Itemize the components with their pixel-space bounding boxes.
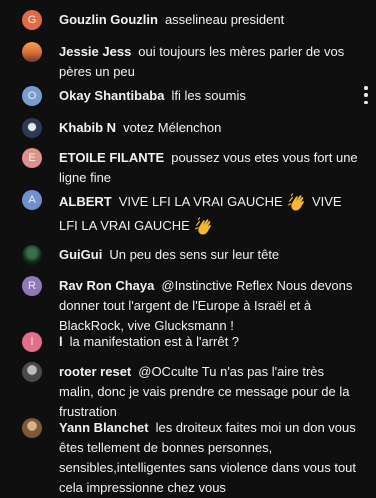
- message-body: Khabib N votez Mélenchon: [59, 118, 362, 138]
- avatar[interactable]: [22, 245, 42, 265]
- avatar-letter: A: [28, 194, 36, 206]
- avatar-letter: R: [28, 280, 36, 292]
- author-name[interactable]: GuiGui: [59, 247, 102, 262]
- message-body: GuiGui Un peu des sens sur leur tête: [59, 245, 362, 265]
- author-name[interactable]: Yann Blanchet: [59, 420, 149, 435]
- chat-message: rooter reset @OCculte Tu n'as pas l'aire …: [22, 362, 362, 422]
- message-body: Gouzlin Gouzlin asselineau president: [59, 10, 362, 30]
- clapping-hands-emoji: [288, 192, 305, 211]
- message-text: Un peu des sens sur leur tête: [109, 247, 280, 262]
- chat-message: Yann Blanchet les droiteux faites moi un …: [22, 418, 362, 498]
- message-text: lfi les soumis: [171, 88, 246, 103]
- avatar[interactable]: G: [22, 10, 42, 30]
- message-text: VIVE LFI LA VRAI GAUCHE: [118, 194, 283, 209]
- message-text: votez Mélenchon: [123, 120, 222, 135]
- author-name[interactable]: Jessie Jess: [59, 44, 131, 59]
- chat-message: l l la manifestation est à l'arrêt ?: [22, 332, 362, 352]
- message-body: Okay Shantibaba lfi les soumis: [59, 86, 362, 106]
- message-text: asselineau president: [164, 12, 285, 27]
- menu-dot: [364, 86, 368, 90]
- avatar[interactable]: [22, 418, 42, 438]
- message-body: rooter reset @OCculte Tu n'as pas l'aire …: [59, 362, 362, 422]
- author-name[interactable]: Okay Shantibaba: [59, 88, 164, 103]
- avatar[interactable]: R: [22, 276, 42, 296]
- avatar-letter: E: [28, 152, 36, 164]
- author-name[interactable]: Gouzlin Gouzlin: [59, 12, 158, 27]
- avatar[interactable]: E: [22, 148, 42, 168]
- chat-message: A ALBERT VIVE LFI LA VRAI GAUCHE VIVE LFI…: [22, 190, 362, 238]
- avatar[interactable]: l: [22, 332, 42, 352]
- author-name[interactable]: Khabib N: [59, 120, 116, 135]
- author-name[interactable]: ALBERT: [59, 194, 112, 209]
- menu-dot: [364, 100, 368, 104]
- avatar-letter: l: [30, 336, 34, 348]
- avatar-letter: O: [27, 90, 37, 102]
- avatar[interactable]: [22, 118, 42, 138]
- message-body: Jessie Jess oui toujours les mères parler…: [59, 42, 362, 82]
- chat-message: E ETOILE FILANTE poussez vous etes vous f…: [22, 148, 362, 188]
- chat-message: G Gouzlin Gouzlin asselineau president: [22, 10, 362, 30]
- message-body: l la manifestation est à l'arrêt ?: [59, 332, 362, 352]
- chat-message: R Rav Ron Chaya @Instinctive Reflex Nous …: [22, 276, 362, 336]
- avatar[interactable]: A: [22, 190, 42, 210]
- chat-message: GuiGui Un peu des sens sur leur tête: [22, 245, 362, 265]
- chat-message: Khabib N votez Mélenchon: [22, 118, 362, 138]
- avatar-letter: G: [27, 14, 37, 26]
- message-body: ETOILE FILANTE poussez vous etes vous for…: [59, 148, 362, 188]
- message-body: ALBERT VIVE LFI LA VRAI GAUCHE VIVE LFI L…: [59, 190, 362, 238]
- message-body: Yann Blanchet les droiteux faites moi un …: [59, 418, 362, 498]
- menu-dot: [364, 93, 368, 97]
- chat-message: O Okay Shantibaba lfi les soumis: [22, 86, 362, 106]
- clapping-hands-emoji: [195, 216, 212, 235]
- author-name[interactable]: ETOILE FILANTE: [59, 150, 164, 165]
- chat-message: Jessie Jess oui toujours les mères parler…: [22, 42, 362, 82]
- message-text: la manifestation est à l'arrêt ?: [69, 334, 240, 349]
- avatar[interactable]: [22, 362, 42, 382]
- author-name[interactable]: Rav Ron Chaya: [59, 278, 154, 293]
- author-name[interactable]: rooter reset: [59, 364, 131, 379]
- more-vertical-icon[interactable]: [364, 86, 368, 104]
- avatar[interactable]: [22, 42, 42, 62]
- author-name[interactable]: l: [59, 334, 63, 349]
- avatar[interactable]: O: [22, 86, 42, 106]
- message-body: Rav Ron Chaya @Instinctive Reflex Nous de…: [59, 276, 362, 336]
